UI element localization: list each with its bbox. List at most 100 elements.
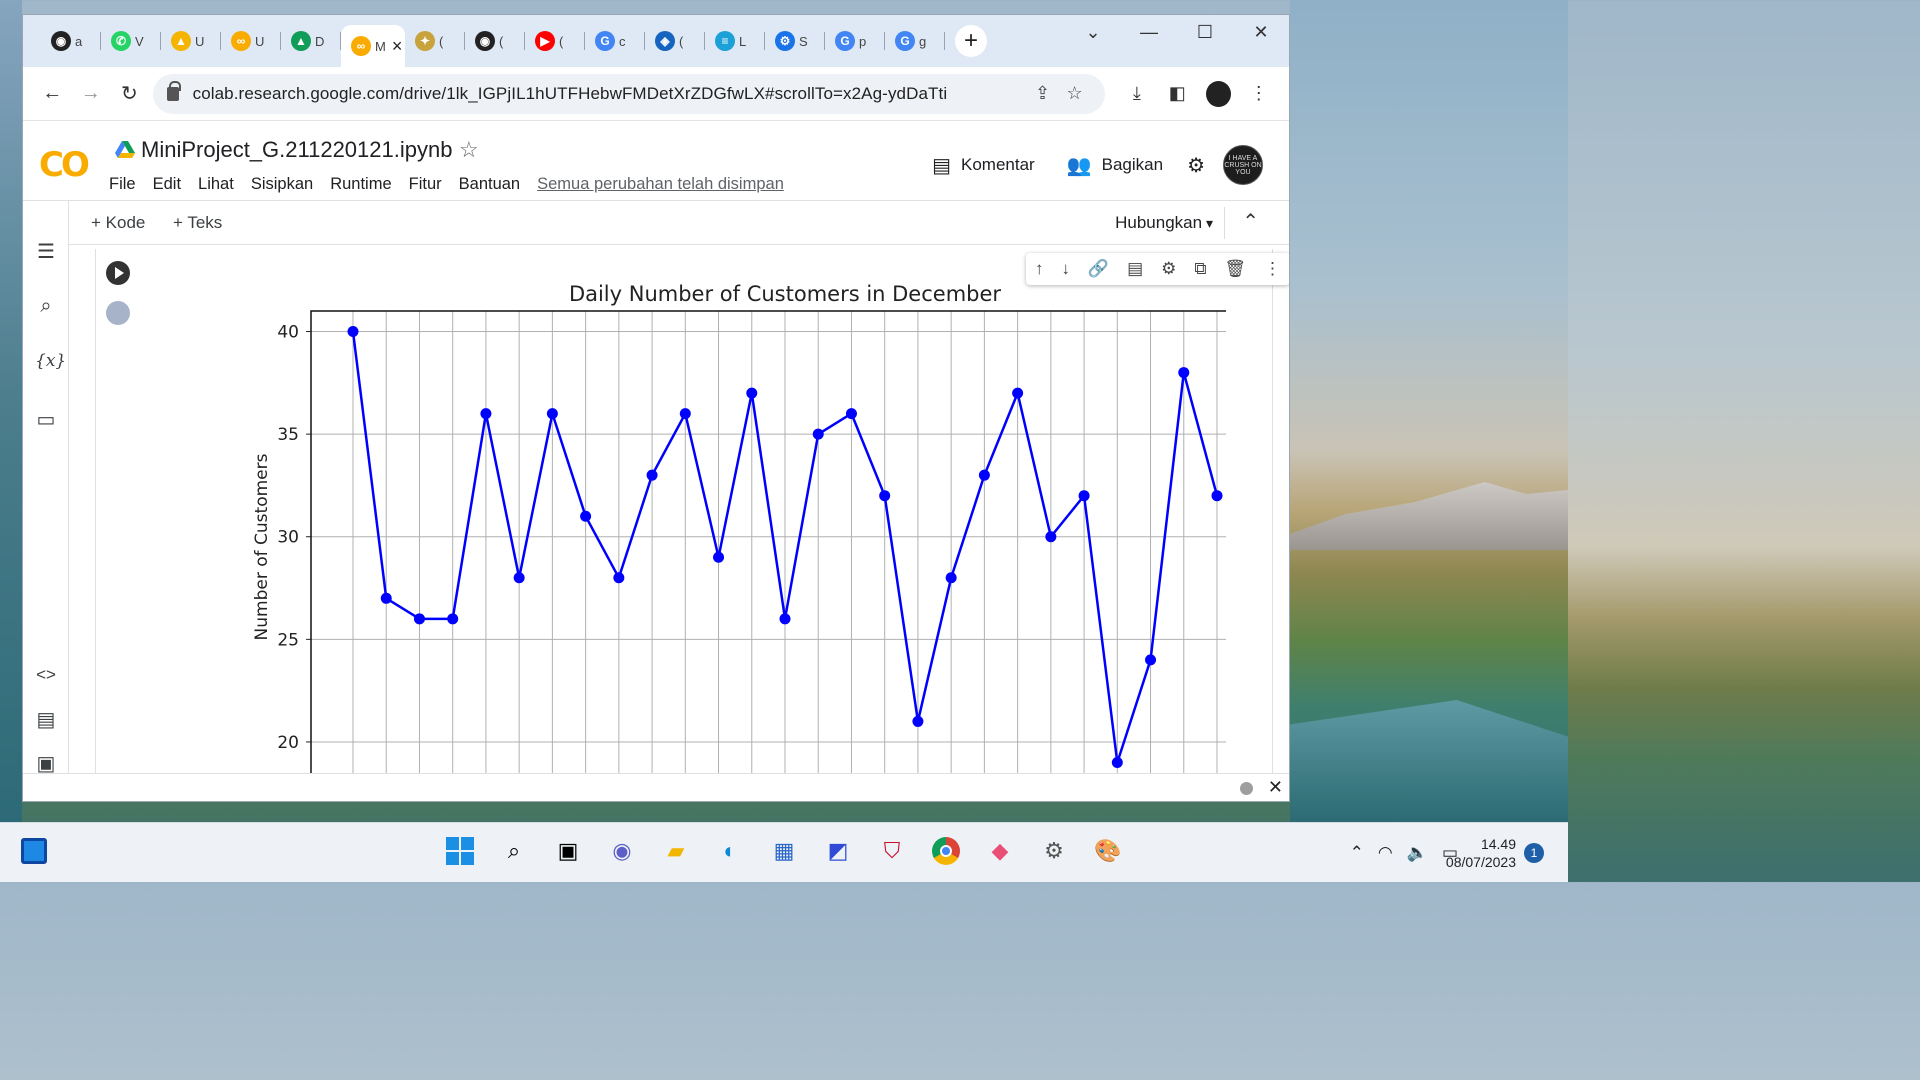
- browser-tab[interactable]: ◉(: [465, 23, 525, 59]
- close-tab-icon[interactable]: ×: [392, 36, 403, 57]
- tab-search-icon[interactable]: ⌄: [1065, 15, 1121, 49]
- save-status[interactable]: Semua perubahan telah disimpan: [537, 175, 784, 194]
- browser-tab[interactable]: ◉ a: [41, 23, 101, 59]
- chat-icon[interactable]: ◉: [606, 835, 638, 867]
- tab-label: c: [619, 33, 626, 49]
- data-point: [845, 408, 857, 420]
- browser-tab[interactable]: ⚙ S: [765, 23, 825, 59]
- browser-tab[interactable]: Gp: [825, 23, 885, 59]
- browser-tab[interactable]: Gc: [585, 23, 645, 59]
- status-bar: ✕: [23, 773, 1289, 801]
- menu-view[interactable]: Lihat: [198, 175, 234, 194]
- settings-icon[interactable]: ⚙: [1038, 835, 1070, 867]
- menu-insert[interactable]: Sisipkan: [251, 175, 313, 194]
- browser-tab[interactable]: ✦(: [405, 23, 465, 59]
- data-point: [1078, 490, 1090, 502]
- browser-tab[interactable]: ▲ U: [161, 23, 221, 59]
- data-point: [1012, 387, 1024, 399]
- download-icon[interactable]: ⤓: [1117, 83, 1157, 104]
- close-window-button[interactable]: ✕: [1233, 15, 1289, 49]
- browser-tab[interactable]: Gg: [885, 23, 945, 59]
- search-icon[interactable]: ⌕: [35, 295, 57, 318]
- widgets-icon[interactable]: [18, 835, 50, 867]
- task-view-icon[interactable]: ▣: [552, 835, 584, 867]
- notebook-title[interactable]: MiniProject_G.211220121.ipynb: [141, 137, 452, 163]
- data-point: [580, 510, 592, 522]
- menu-help[interactable]: Bantuan: [459, 175, 520, 194]
- star-icon[interactable]: ☆: [459, 137, 479, 163]
- tab-label: V: [135, 33, 144, 49]
- code-cell[interactable]: ↑ ↓ 🔗 ▤ ⚙ ⧉ 🗑 ⋮ Daily Number of Customer…: [95, 249, 1289, 773]
- forward-button[interactable]: →: [72, 74, 111, 114]
- share-button[interactable]: 👥 Bagikan: [1067, 153, 1163, 178]
- whatsapp-icon: ✆: [111, 31, 131, 51]
- connect-button[interactable]: Hubungkan: [1115, 213, 1213, 233]
- colab-logo[interactable]: CO: [39, 145, 90, 185]
- mcafee-icon[interactable]: ⛉: [876, 835, 908, 867]
- more-options-icon[interactable]: ⋮: [1264, 259, 1281, 279]
- tab-label: S: [799, 33, 808, 49]
- paint-icon[interactable]: 🎨: [1092, 835, 1124, 867]
- browser-tab[interactable]: ✆ V: [101, 23, 161, 59]
- tab-label: U: [195, 33, 205, 49]
- profile-avatar[interactable]: [1205, 80, 1231, 107]
- delete-cell-icon[interactable]: 🗑: [1224, 259, 1246, 279]
- search-icon[interactable]: ⌕: [498, 835, 530, 867]
- chart-title: Daily Number of Customers in December: [569, 282, 1001, 306]
- menu-edit[interactable]: Edit: [153, 175, 181, 194]
- windows-start-icon[interactable]: [444, 835, 476, 867]
- share-icon[interactable]: ⇪: [1027, 83, 1059, 104]
- browser-tab[interactable]: ∞ M ×: [341, 25, 405, 67]
- volume-icon[interactable]: 🔈: [1407, 843, 1428, 863]
- browser-menu-icon[interactable]: ⋮: [1239, 83, 1279, 104]
- run-cell-button[interactable]: [106, 261, 130, 285]
- chevron-up-icon[interactable]: ⌃: [1350, 843, 1364, 863]
- add-code-button[interactable]: + Kode: [91, 213, 145, 233]
- menu-tools[interactable]: Fitur: [409, 175, 442, 194]
- close-status-icon[interactable]: ✕: [1268, 777, 1283, 798]
- collapse-header-icon[interactable]: ⌃: [1242, 209, 1259, 234]
- tab-label: (: [499, 33, 504, 49]
- browser-tab[interactable]: ∞ U: [221, 23, 281, 59]
- command-palette-icon[interactable]: ▤: [35, 707, 57, 732]
- menu-file[interactable]: File: [109, 175, 136, 194]
- side-panel-icon[interactable]: ◧: [1157, 83, 1197, 104]
- reload-button[interactable]: ↻: [110, 74, 149, 114]
- url-omnibox[interactable]: colab.research.google.com/drive/1lk_IGPj…: [152, 73, 1105, 114]
- new-tab-button[interactable]: +: [955, 25, 987, 57]
- desktop-wallpaper-left: [0, 0, 22, 822]
- snip-icon[interactable]: ◆: [984, 835, 1016, 867]
- browser-tab[interactable]: ◈(: [645, 23, 705, 59]
- chrome-icon[interactable]: [930, 835, 962, 867]
- colab-header: CO MiniProject_G.211220121.ipynb ☆ File …: [23, 121, 1289, 201]
- app-icon[interactable]: ◩: [822, 835, 854, 867]
- minimize-button[interactable]: —: [1121, 15, 1177, 49]
- clock[interactable]: 14.49 08/07/2023: [1446, 835, 1516, 871]
- drive-icon[interactable]: [115, 141, 135, 159]
- browser-tab[interactable]: ≡ L: [705, 23, 765, 59]
- table-of-contents-icon[interactable]: ☰: [35, 239, 57, 264]
- variables-icon[interactable]: {x}: [35, 351, 66, 371]
- browser-tab[interactable]: ▶(: [525, 23, 585, 59]
- menu-runtime[interactable]: Runtime: [330, 175, 391, 194]
- bookmark-star-icon[interactable]: ☆: [1059, 83, 1091, 104]
- folder-icon[interactable]: ▭: [35, 407, 57, 432]
- cell-user-icon: [106, 301, 130, 325]
- tab-label: p: [859, 33, 867, 49]
- url-text: colab.research.google.com/drive/1lk_IGPj…: [192, 83, 948, 103]
- wifi-icon[interactable]: ◠: [1378, 843, 1393, 863]
- code-snippets-icon[interactable]: <>: [35, 665, 57, 685]
- edge-icon[interactable]: ◐: [714, 835, 746, 867]
- browser-tab[interactable]: ▲ D: [281, 23, 341, 59]
- settings-gear-icon[interactable]: ⚙: [1187, 153, 1205, 178]
- comment-button[interactable]: ▤ Komentar: [932, 153, 1035, 178]
- user-avatar[interactable]: I HAVE A CRUSH ON YOU: [1223, 145, 1263, 185]
- store-icon[interactable]: ▦: [768, 835, 800, 867]
- lock-icon[interactable]: [166, 80, 181, 101]
- maximize-button[interactable]: ☐: [1177, 15, 1233, 49]
- data-point: [1145, 654, 1157, 666]
- add-text-button[interactable]: + Teks: [173, 213, 222, 233]
- file-explorer-icon[interactable]: ▰: [660, 835, 692, 867]
- back-button[interactable]: ←: [33, 74, 72, 114]
- notification-badge[interactable]: 1: [1524, 843, 1544, 863]
